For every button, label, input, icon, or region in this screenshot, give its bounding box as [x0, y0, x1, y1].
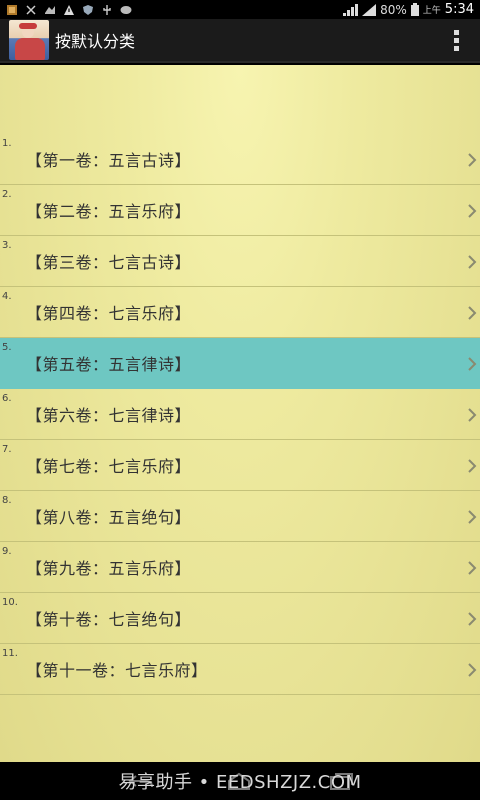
- navigation-bar: 易享助手 • EEDSHZJZ.COM: [0, 762, 480, 800]
- list-item-number: 4.: [2, 291, 12, 302]
- list-item-label: 【第五卷：五言律诗】: [26, 355, 192, 374]
- clock-ampm: 上午: [422, 6, 441, 16]
- category-list-item[interactable]: 11. 【第十一卷：七言乐府】: [0, 644, 480, 695]
- category-list-item[interactable]: 7. 【第七卷：七言乐府】: [0, 440, 480, 491]
- chat-icon: [120, 5, 132, 14]
- chevron-right-icon: [468, 357, 477, 371]
- clock-time: 5:34: [444, 2, 474, 17]
- list-item-label: 【第二卷：五言乐府】: [26, 202, 192, 221]
- list-item-number: 3.: [2, 240, 12, 251]
- list-item-number: 6.: [2, 393, 12, 404]
- category-list-item[interactable]: 10. 【第十卷：七言绝句】: [0, 593, 480, 644]
- category-list-item[interactable]: 9. 【第九卷：五言乐府】: [0, 542, 480, 593]
- category-content: 1. 【第一卷：五言古诗】 2. 【第二卷：五言乐府】 3. 【第三卷：七言古诗】 4. 【第…: [0, 65, 480, 762]
- list-item-number: 1.: [2, 138, 12, 149]
- battery-percent: 80%: [380, 2, 407, 17]
- list-item-number: 8.: [2, 495, 12, 506]
- chevron-right-icon: [468, 306, 477, 320]
- usb-icon: [26, 4, 36, 15]
- category-list-item[interactable]: 1. 【第一卷：五言古诗】: [0, 134, 480, 185]
- battery-icon: [410, 3, 419, 16]
- category-list-item[interactable]: 3. 【第三卷：七言古诗】: [0, 236, 480, 287]
- chevron-right-icon: [468, 663, 477, 677]
- warning-icon: [64, 4, 74, 15]
- chevron-right-icon: [468, 612, 477, 626]
- list-item-number: 10.: [2, 597, 18, 608]
- list-item-label: 【第七卷：七言乐府】: [26, 457, 192, 476]
- list-item-label: 【第八卷：五言绝句】: [26, 508, 192, 527]
- category-list-item[interactable]: 8. 【第八卷：五言绝句】: [0, 491, 480, 542]
- debug-icon: [45, 5, 55, 14]
- overflow-menu-icon[interactable]: [454, 29, 460, 51]
- list-item-number: 5.: [2, 342, 12, 353]
- app-notification-icon: [7, 4, 17, 15]
- category-list-item[interactable]: 6. 【第六卷：七言律诗】: [0, 389, 480, 440]
- category-list-item[interactable]: 5. 【第五卷：五言律诗】: [0, 338, 480, 389]
- list-item-label: 【第十一卷：七言乐府】: [26, 661, 208, 680]
- category-list-item[interactable]: 2. 【第二卷：五言乐府】: [0, 185, 480, 236]
- chevron-right-icon: [468, 459, 477, 473]
- wifi-icon: [343, 3, 359, 16]
- notification-icons: [6, 4, 132, 16]
- status-right: 80% 上午 5:34: [342, 2, 474, 17]
- category-list-item[interactable]: 4. 【第四卷：七言乐府】: [0, 287, 480, 338]
- usb-plug-icon: [103, 4, 111, 15]
- list-item-number: 7.: [2, 444, 12, 455]
- chevron-right-icon: [468, 408, 477, 422]
- category-list: 1. 【第一卷：五言古诗】 2. 【第二卷：五言乐府】 3. 【第三卷：七言古诗】 4. 【第…: [0, 134, 480, 695]
- list-item-label: 【第十卷：七言绝句】: [26, 610, 192, 629]
- watermark-text: 易享助手 • EEDSHZJZ.COM: [118, 772, 362, 793]
- chevron-right-icon: [468, 153, 477, 167]
- chevron-right-icon: [468, 561, 477, 575]
- list-item-label: 【第三卷：七言古诗】: [26, 253, 192, 272]
- list-item-label: 【第四卷：七言乐府】: [26, 304, 192, 323]
- list-item-number: 9.: [2, 546, 12, 557]
- action-bar: 按默认分类: [0, 19, 480, 63]
- app-logo-icon[interactable]: [9, 20, 49, 60]
- signal-icon: [362, 3, 377, 16]
- page-title: 按默认分类: [55, 32, 136, 51]
- shield-icon: [83, 4, 93, 15]
- status-bar: 80% 上午 5:34: [0, 0, 480, 19]
- chevron-right-icon: [468, 204, 477, 218]
- chevron-right-icon: [468, 510, 477, 524]
- list-item-number: 2.: [2, 189, 12, 200]
- chevron-right-icon: [468, 255, 477, 269]
- list-item-label: 【第九卷：五言乐府】: [26, 559, 192, 578]
- list-item-label: 【第六卷：七言律诗】: [26, 406, 192, 425]
- list-item-label: 【第一卷：五言古诗】: [26, 151, 192, 170]
- list-item-number: 11.: [2, 648, 18, 659]
